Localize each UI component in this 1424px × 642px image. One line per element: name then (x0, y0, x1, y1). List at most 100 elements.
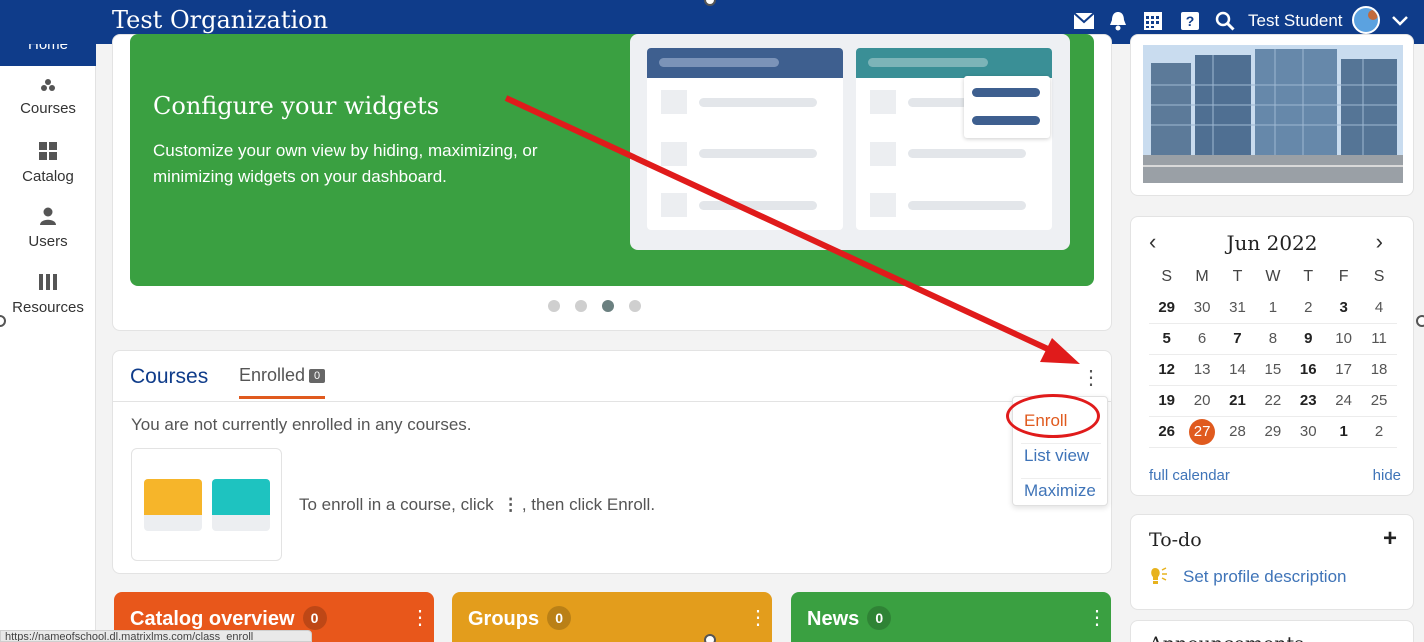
calendar-day[interactable]: 30 (1291, 417, 1326, 447)
help-icon[interactable]: ? (1181, 10, 1199, 32)
bell-icon[interactable] (1109, 10, 1127, 32)
calendar-grid-icon[interactable] (1144, 10, 1162, 32)
illustration-panel (647, 48, 843, 230)
kebab-menu-icon[interactable]: ⋮ (1087, 605, 1107, 630)
books-icon (0, 273, 96, 295)
courses-icon (0, 78, 96, 96)
mail-icon[interactable] (1074, 10, 1094, 32)
calendar-day-label: 1 (1339, 423, 1348, 440)
calendar-day[interactable]: 14 (1220, 355, 1255, 385)
calendar-weekday: S (1161, 268, 1173, 285)
calendar-weekday: M (1195, 268, 1209, 285)
menu-divider (1021, 478, 1101, 479)
organization-title[interactable]: Test Organization (112, 6, 328, 34)
calendar-day[interactable]: 4 (1361, 293, 1396, 323)
banner-slide: Configure your widgets Customize your ow… (130, 34, 1094, 286)
calendar-day[interactable]: 29 (1149, 293, 1184, 323)
chevron-right-icon[interactable]: › (1376, 229, 1383, 255)
sidebar-item-label: Home (27, 44, 68, 53)
calendar-day[interactable]: 18 (1361, 355, 1396, 385)
sidebar-item-resources[interactable]: Resources (0, 273, 96, 316)
calendar-day[interactable]: 21 (1220, 386, 1255, 416)
calendar-day-label: 16 (1299, 361, 1317, 378)
chevron-down-icon[interactable] (1392, 10, 1408, 32)
avatar[interactable] (1352, 6, 1380, 34)
full-calendar-link[interactable]: full calendar (1149, 467, 1230, 484)
calendar-day[interactable]: 17 (1326, 355, 1361, 385)
menu-item-maximize[interactable]: Maximize (1024, 481, 1096, 501)
tab-enrolled[interactable]: Enrolled 0 (239, 365, 326, 399)
building-photo (1143, 45, 1403, 183)
calendar-day-label: 21 (1229, 392, 1246, 409)
calendar-day[interactable]: 1 (1326, 417, 1361, 447)
calendar-day[interactable]: 13 (1184, 355, 1219, 385)
calendar-day[interactable]: 9 (1291, 324, 1326, 354)
calendar-day[interactable]: 2 (1361, 417, 1396, 447)
sidebar: Home Courses Catalog Users Resources (0, 44, 96, 642)
calendar-day[interactable]: 19 (1149, 386, 1184, 416)
kebab-menu-icon[interactable]: ⋮ (410, 605, 430, 630)
sidebar-item-courses[interactable]: Courses (0, 78, 96, 117)
calendar-day[interactable]: 6 (1184, 324, 1219, 354)
selection-handle[interactable] (1416, 315, 1424, 327)
count-badge: 0 (867, 606, 892, 630)
calendar-day[interactable]: 12 (1149, 355, 1184, 385)
sidebar-item-catalog[interactable]: Catalog (0, 142, 96, 185)
calendar-day[interactable]: 5 (1149, 324, 1184, 354)
kebab-menu-icon[interactable]: ⋮ (1081, 365, 1101, 390)
calendar-day[interactable]: 22 (1255, 386, 1290, 416)
carousel-dot[interactable] (575, 300, 587, 312)
widget-title-text: Groups (468, 608, 540, 630)
kebab-menu-icon[interactable]: ⋮ (748, 605, 768, 630)
calendar-day-label: 27 (1189, 419, 1216, 445)
calendar-day-label: 19 (1158, 392, 1176, 409)
calendar-day[interactable]: 1 (1255, 293, 1290, 323)
calendar-day-label: 30 (1193, 299, 1211, 316)
calendar-grid: S M T W T F S 29 30 31 1 2 3 4 5 6 7 8 9 10 11 12 13 14 15 16 17 18… (1149, 265, 1397, 448)
add-icon[interactable]: + (1383, 525, 1397, 553)
groups-widget: Groups 0 ⋮ (452, 592, 772, 642)
calendar-day[interactable]: 23 (1291, 386, 1326, 416)
search-icon[interactable] (1215, 10, 1235, 32)
selection-handle[interactable] (704, 634, 716, 642)
calendar-day[interactable]: 24 (1326, 386, 1361, 416)
calendar-day[interactable]: 7 (1220, 324, 1255, 354)
calendar-weekday: T (1232, 268, 1243, 285)
calendar-day[interactable]: 3 (1326, 293, 1361, 323)
calendar-day[interactable]: 16 (1291, 355, 1326, 385)
todo-title: To-do (1149, 529, 1202, 551)
calendar-day-label: 29 (1264, 423, 1282, 440)
calendar-day[interactable]: 26 (1149, 417, 1184, 447)
calendar-day[interactable]: 31 (1220, 293, 1255, 323)
calendar-day[interactable]: 2 (1291, 293, 1326, 323)
calendar-day-label: 10 (1335, 330, 1352, 347)
calendar-day[interactable]: 25 (1361, 386, 1396, 416)
carousel-dot[interactable] (548, 300, 560, 312)
carousel-dot[interactable] (602, 300, 614, 312)
calendar-weekday-row: SMTWTFS (1149, 265, 1397, 293)
calendar-day[interactable]: 11 (1361, 324, 1396, 354)
calendar-day-label: 20 (1193, 392, 1211, 409)
user-name[interactable]: Test Student (1248, 11, 1343, 31)
hide-calendar-link[interactable]: hide (1373, 467, 1401, 484)
menu-item-list-view[interactable]: List view (1024, 446, 1089, 466)
calendar-day-today[interactable]: 27 (1184, 417, 1219, 447)
menu-divider (1021, 443, 1101, 444)
carousel-dot[interactable] (629, 300, 641, 312)
calendar-day[interactable]: 8 (1255, 324, 1290, 354)
todo-item[interactable]: Set profile description (1183, 567, 1346, 587)
calendar-day[interactable]: 30 (1184, 293, 1219, 323)
calendar-day-label: 9 (1304, 330, 1313, 347)
calendar-day[interactable]: 10 (1326, 324, 1361, 354)
calendar-day[interactable]: 28 (1220, 417, 1255, 447)
sidebar-item-home[interactable]: Home (0, 44, 96, 66)
sidebar-item-users[interactable]: Users (0, 207, 96, 250)
tab-courses[interactable]: Courses (130, 365, 208, 389)
illustration-panel (856, 48, 1052, 230)
enroll-hint-before: To enroll in a course, click (299, 495, 494, 514)
calendar-day[interactable]: 15 (1255, 355, 1290, 385)
calendar-day-label: 3 (1339, 299, 1348, 316)
calendar-day[interactable]: 20 (1184, 386, 1219, 416)
calendar-day-label: 11 (1371, 330, 1387, 347)
calendar-day[interactable]: 29 (1255, 417, 1290, 447)
